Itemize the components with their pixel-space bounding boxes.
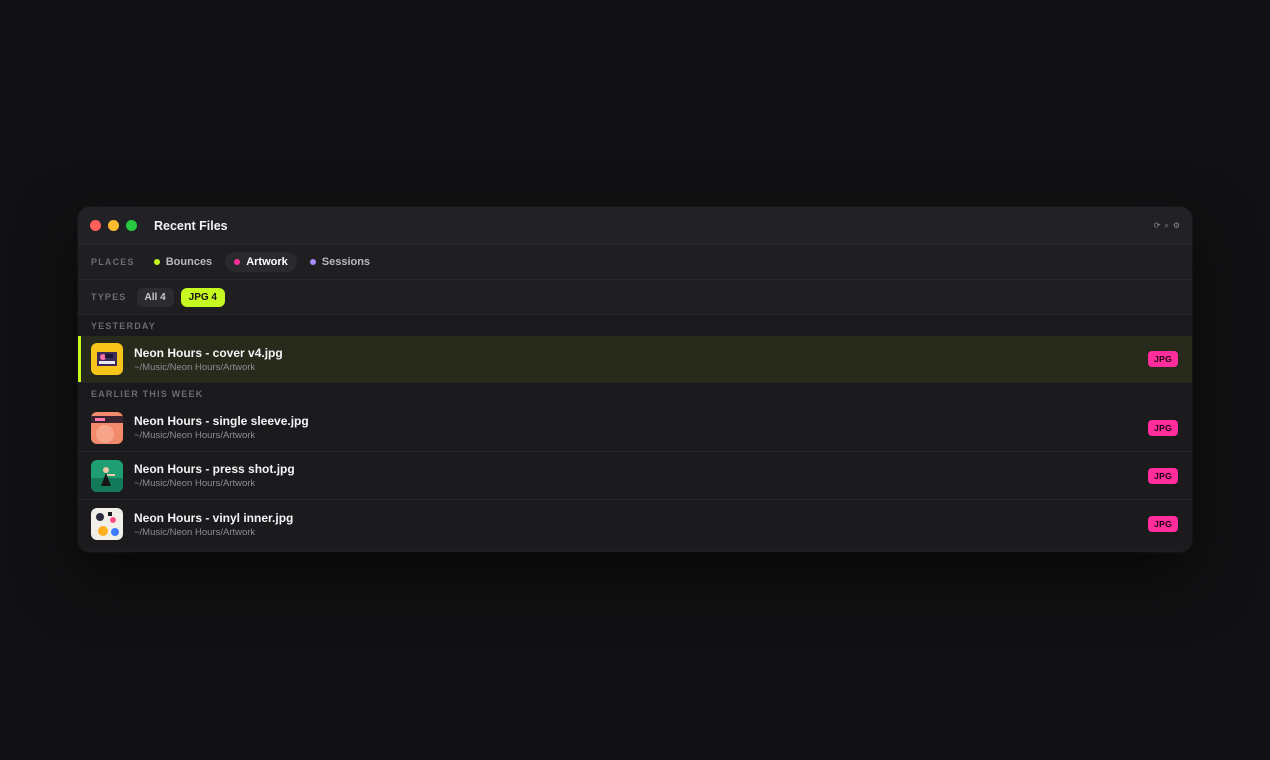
minimize-window-button[interactable] — [108, 220, 119, 231]
file-type-badge: JPG — [1148, 419, 1178, 436]
file-path: ~/Music/Neon Hours/Artwork — [134, 430, 256, 441]
file-path: ~/Music/Neon Hours/Artwork — [134, 478, 256, 489]
place-label: Sessions — [321, 256, 371, 268]
title-bar: Recent Files ⟳ ⌕ ⚙ — [78, 207, 1192, 245]
section-header-earlier-this-week: EARLIER THIS WEEK — [78, 383, 1192, 404]
place-label: Artwork — [246, 256, 288, 268]
file-name: Neon Hours - cover v4.jpg — [134, 345, 283, 360]
file-row[interactable]: Neon Hours - cover v4.jpg ~/Music/Neon H… — [78, 336, 1192, 383]
file-type-badge: JPG — [1148, 351, 1178, 367]
types-bar: TYPES All 4 JPG 4 — [78, 280, 1192, 315]
file-type-badge: JPG — [1148, 467, 1178, 484]
press-shot-thumbnail — [91, 459, 123, 492]
refresh-icon[interactable]: ⟳ — [1154, 221, 1161, 231]
recent-files-window: Recent Files ⟳ ⌕ ⚙ PLACES Bounces Artwor… — [78, 207, 1192, 552]
artwork-dot-icon — [234, 259, 241, 265]
cover-artwork-thumbnail — [91, 343, 123, 375]
search-icon[interactable]: ⌕ — [1164, 221, 1168, 231]
file-row[interactable]: Neon Hours - vinyl inner.jpg ~/Music/Neo… — [78, 500, 1192, 548]
file-type-badge: JPG — [1148, 516, 1178, 532]
types-label: TYPES — [91, 292, 127, 302]
place-bounces[interactable]: Bounces — [145, 252, 221, 272]
file-path: ~/Music/Neon Hours/Artwork — [134, 526, 256, 538]
type-chip-jpg[interactable]: JPG 4 — [180, 287, 225, 307]
file-row[interactable]: Neon Hours - press shot.jpg ~/Music/Neon… — [78, 452, 1192, 500]
place-sessions[interactable]: Sessions — [301, 252, 379, 272]
close-window-button[interactable] — [90, 220, 101, 231]
window-title: Recent Files — [154, 218, 228, 233]
place-label: Bounces — [165, 256, 213, 268]
file-name: Neon Hours - press shot.jpg — [134, 462, 295, 476]
section-header-yesterday: YESTERDAY — [78, 315, 1192, 336]
type-chip-all[interactable]: All 4 — [136, 287, 174, 307]
settings-icon[interactable]: ⚙ — [1173, 221, 1180, 231]
place-artwork[interactable]: Artwork — [225, 252, 297, 272]
file-name: Neon Hours - vinyl inner.jpg — [134, 510, 294, 525]
bounces-dot-icon — [153, 259, 160, 265]
file-path: ~/Music/Neon Hours/Artwork — [134, 361, 256, 373]
toolbar-icons: ⟳ ⌕ ⚙ — [1154, 221, 1180, 231]
places-label: PLACES — [91, 257, 135, 267]
zoom-window-button[interactable] — [126, 220, 137, 231]
sessions-dot-icon — [309, 259, 316, 265]
file-name: Neon Hours - single sleeve.jpg — [134, 414, 309, 428]
sleeve-artwork-thumbnail — [91, 411, 123, 444]
places-bar: PLACES Bounces Artwork Sessions — [78, 245, 1192, 280]
vinyl-inner-thumbnail — [91, 508, 123, 540]
file-row[interactable]: Neon Hours - single sleeve.jpg ~/Music/N… — [78, 404, 1192, 452]
